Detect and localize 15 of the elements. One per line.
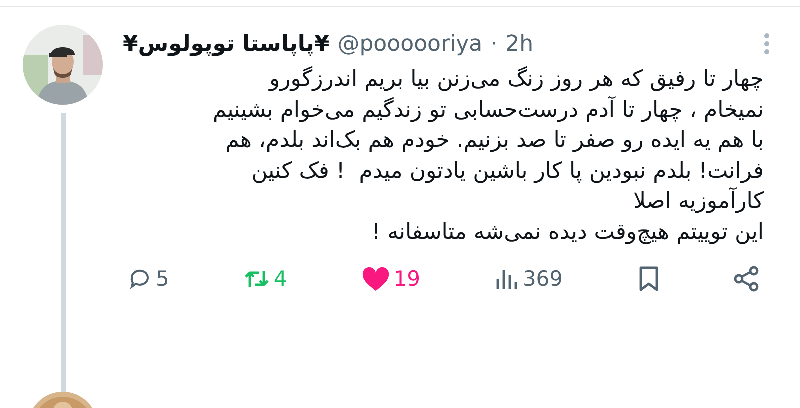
reply-button[interactable]: 5 <box>128 267 170 291</box>
like-button[interactable]: 19 <box>362 266 420 292</box>
bookmark-button[interactable] <box>638 266 660 292</box>
views-button[interactable]: 369 <box>494 267 564 291</box>
user-handle[interactable]: @poooooriya <box>338 32 483 56</box>
post-time[interactable]: 2h <box>506 32 534 56</box>
views-icon <box>494 267 519 291</box>
display-name[interactable]: ¥پاپاستا توپولوس¥ <box>123 32 330 56</box>
separator: · <box>490 32 498 56</box>
reply-icon <box>128 267 152 291</box>
share-icon <box>734 266 760 292</box>
heart-icon <box>362 266 390 292</box>
bookmark-icon <box>638 266 660 292</box>
tweet-text: چهار تا رفیق که هر روز زنگ می‌زنن بیا بریم اندرزگورو نمیخام ، چهار تا آدم درست‌حسابی تو زندگیم می‌خوام بشینیم با هم یه ایده رو صفر تا صد بزنیم. خودم هم بک‌اند بلدم، هم فرانت! بلدم نبودین پا کار باشین یادتون میدم ! فک کنین کارآموزیه اصلا این توییتم هیچ‌وقت دیده نمی‌شه متاسفانه ! <box>212 65 765 246</box>
share-button[interactable] <box>734 266 760 292</box>
